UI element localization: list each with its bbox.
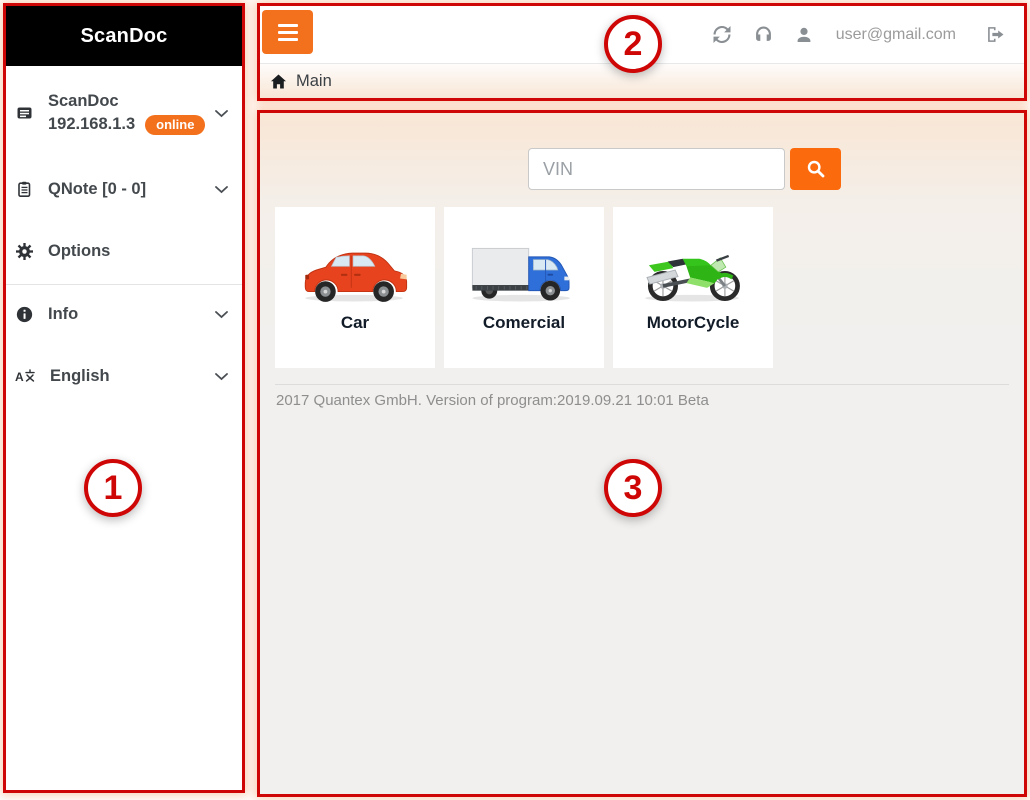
- card-label: Car: [340, 313, 370, 332]
- main-content: Car Comercial: [257, 110, 1027, 797]
- chevron-down-icon: [215, 104, 228, 123]
- user-icon[interactable]: [796, 27, 812, 43]
- sidebar-item-language[interactable]: A English: [6, 362, 242, 390]
- device-ip: 192.168.1.3: [48, 115, 136, 133]
- breadcrumb-item-main[interactable]: Main: [296, 72, 332, 91]
- svg-text:A: A: [15, 370, 24, 383]
- sidebar-item-label: Options: [48, 241, 111, 260]
- vehicle-cards: Car Comercial MotorCycle: [275, 207, 773, 368]
- motorcycle-image: [645, 254, 740, 302]
- vin-input[interactable]: [528, 148, 785, 190]
- chevron-down-icon: [215, 305, 228, 324]
- refresh-icon[interactable]: [713, 26, 731, 43]
- sidebar-item-label: ScanDoc: [48, 91, 119, 110]
- online-status-badge: online: [145, 114, 206, 135]
- card-comercial[interactable]: Comercial: [444, 207, 604, 368]
- card-label: MotorCycle: [646, 313, 740, 332]
- home-icon: [270, 74, 287, 89]
- car-image: [304, 252, 408, 302]
- gear-icon: [15, 242, 33, 260]
- annotation-circle-1: 1: [84, 459, 142, 517]
- headset-icon[interactable]: [755, 26, 772, 43]
- commercial-truck-image: [471, 247, 570, 302]
- chevron-down-icon: [215, 180, 228, 199]
- chevron-down-icon: [215, 367, 228, 386]
- qnote-icon: [15, 181, 33, 197]
- vin-search: [528, 148, 841, 190]
- sidebar-item-label: Info: [48, 304, 79, 323]
- sidebar-item-options[interactable]: Options: [6, 237, 242, 265]
- sidebar-item-label: English: [50, 366, 110, 385]
- sidebar-item-label: QNote [0 - 0]: [48, 179, 147, 198]
- menu-toggle-button[interactable]: [262, 10, 313, 54]
- search-button[interactable]: [790, 148, 841, 190]
- version-footer: 2017 Quantex GmbH. Version of program:20…: [276, 392, 709, 409]
- sidebar-item-info[interactable]: Info: [6, 300, 242, 328]
- sidebar-divider: [6, 284, 242, 285]
- sidebar: ScanDoc ScanDoc 192.168.1.3 online QNote…: [3, 3, 245, 793]
- user-email[interactable]: user@gmail.com: [836, 26, 956, 44]
- language-icon: A: [15, 369, 35, 383]
- info-icon: [15, 306, 33, 323]
- sidebar-item-scandoc-device[interactable]: ScanDoc 192.168.1.3 online: [6, 82, 242, 144]
- annotation-circle-2: 2: [604, 15, 662, 73]
- footer-divider: [275, 384, 1009, 385]
- card-label: Comercial: [482, 313, 566, 332]
- annotation-circle-3: 3: [604, 459, 662, 517]
- app-title: ScanDoc: [6, 6, 242, 66]
- scanner-icon: [15, 105, 33, 121]
- sign-out-icon[interactable]: [986, 26, 1004, 43]
- card-car[interactable]: Car: [275, 207, 435, 368]
- sidebar-item-qnote[interactable]: QNote [0 - 0]: [6, 175, 242, 203]
- card-motorcycle[interactable]: MotorCycle: [613, 207, 773, 368]
- search-icon: [806, 159, 826, 179]
